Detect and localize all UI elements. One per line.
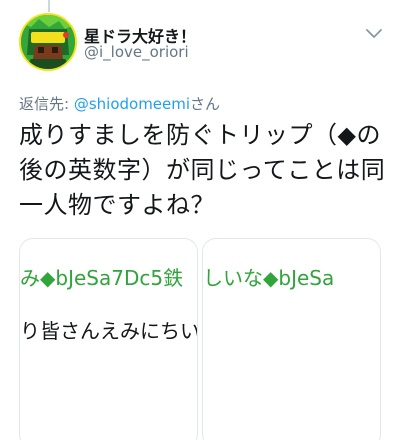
reply-mention-link[interactable]: @shiodomeemi (74, 95, 190, 113)
card-trip-text: み◆bJeSa7Dc5 (20, 266, 164, 290)
card-trip-line: み◆bJeSa7Dc5鉄 (20, 262, 183, 291)
reply-prefix: 返信先: (19, 95, 74, 113)
media-card[interactable]: み◆bJeSa7Dc5鉄 り皆さんえみにちい？ (19, 238, 198, 440)
card-body-line: り皆さんえみにちい？ (20, 319, 198, 343)
card-trip-line: しいな◆bJeSa (203, 266, 335, 290)
media-card[interactable]: しいな◆bJeSa (202, 238, 381, 440)
user-handle[interactable]: @i_love_oriori (84, 43, 189, 61)
media-carousel[interactable]: み◆bJeSa7Dc5鉄 り皆さんえみにちい？ しいな◆bJeSa (19, 238, 381, 440)
avatar[interactable] (19, 13, 77, 71)
game-logo-avatar-icon (21, 15, 75, 69)
card-cut-glyph: 鉄 (163, 266, 184, 290)
reply-to-line: 返信先: @shiodomeemiさん (19, 93, 220, 114)
reply-suffix: さん (190, 95, 221, 113)
tweet-view: 星ドラ大好き！ @i_love_oriori 返信先: @shiodomeemi… (0, 0, 400, 440)
tweet-text: 成りすましを防ぐトリップ（◆の後の英数字）が同じってことは同一人物ですよね？ (19, 121, 386, 219)
chevron-down-icon[interactable] (365, 26, 383, 40)
thread-connector (48, 0, 50, 12)
